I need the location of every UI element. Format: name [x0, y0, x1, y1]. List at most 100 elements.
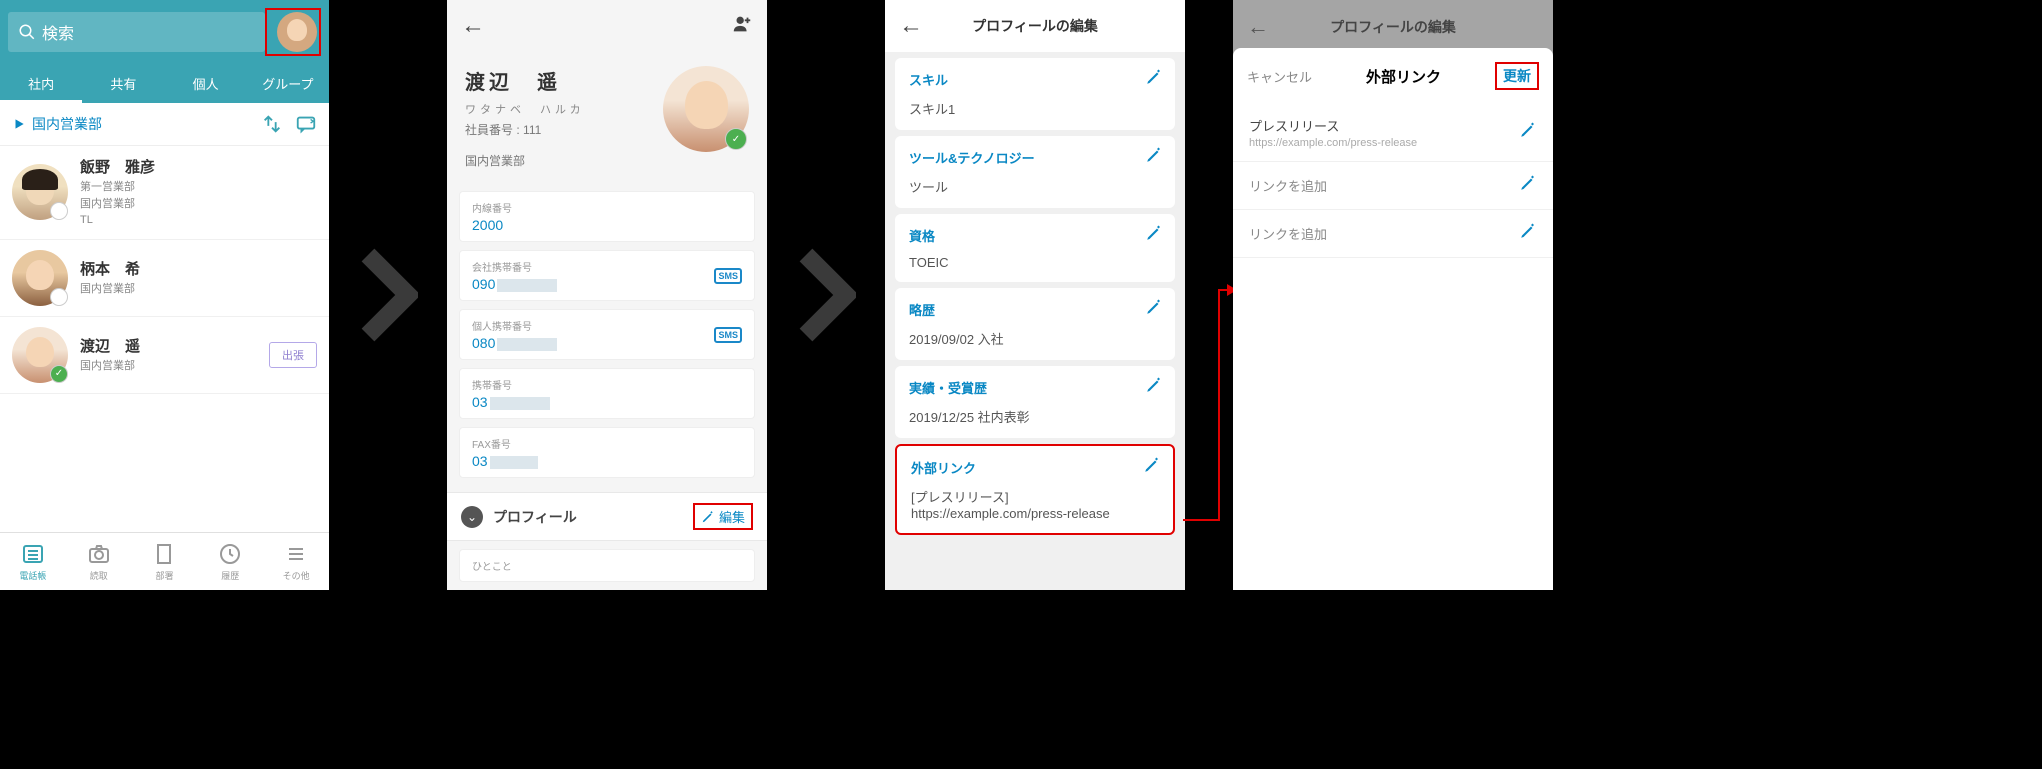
nav-dept[interactable]: 部署 — [132, 533, 198, 590]
back-button[interactable]: ← — [899, 12, 923, 40]
field-company-mobile[interactable]: 会社携帯番号 090 SMS — [459, 250, 755, 301]
cancel-button[interactable]: キャンセル — [1247, 67, 1312, 86]
presence-badge — [50, 288, 68, 306]
pencil-icon[interactable] — [1519, 121, 1537, 144]
header: ← プロフィールの編集 — [885, 0, 1185, 52]
link-row[interactable]: プレスリリース https://example.com/press-releas… — [1233, 104, 1553, 162]
card-tools[interactable]: ツール&テクノロジー ツール — [895, 136, 1175, 208]
comment-icon[interactable] — [295, 113, 317, 135]
department-name: 国内営業部 — [32, 114, 102, 134]
nav-scan[interactable]: 読取 — [66, 533, 132, 590]
pencil-icon[interactable] — [1145, 146, 1163, 169]
flow-connector — [1185, 0, 1233, 590]
my-avatar[interactable] — [277, 12, 317, 52]
field-label: 携帯番号 — [472, 377, 742, 392]
contact-meta: 国内営業部 — [80, 358, 257, 375]
card-external-links[interactable]: 外部リンク [プレスリリース] https://example.com/pres… — [895, 444, 1175, 535]
collapse-icon[interactable]: ⌄ — [461, 506, 483, 528]
pencil-icon[interactable] — [1519, 222, 1537, 245]
screen-external-link-edit: ← プロフィールの編集 キャンセル 外部リンク 更新 プレスリリース https… — [1233, 0, 1553, 590]
card-awards[interactable]: 実績・受賞歴 2019/12/25 社内表彰 — [895, 366, 1175, 438]
search-input[interactable]: 検索 — [8, 12, 265, 52]
card-skill[interactable]: スキル スキル1 — [895, 58, 1175, 130]
presence-badge — [50, 202, 68, 220]
card-label: スキル — [909, 70, 1161, 89]
tab-personal[interactable]: 個人 — [165, 64, 247, 103]
pencil-icon[interactable] — [1519, 174, 1537, 197]
presence-badge-online — [50, 365, 68, 383]
field-label: FAX番号 — [472, 436, 742, 451]
link-title: プレスリリース — [1249, 116, 1519, 135]
pencil-icon[interactable] — [1143, 456, 1161, 479]
contact-item[interactable]: 柄本 希 国内営業部 — [0, 240, 329, 317]
card-value: 2019/09/02 入社 — [909, 329, 1161, 348]
update-button[interactable]: 更新 — [1503, 66, 1531, 86]
screen-profile-detail: ← 渡辺 遥 ワタナベ ハルカ 社員番号 : 111 国内営業部 内線番号 20… — [447, 0, 767, 590]
department-label: 国内営業部 — [12, 114, 102, 134]
avatar — [12, 327, 68, 383]
search-placeholder: 検索 — [42, 20, 74, 44]
avatar — [12, 164, 68, 220]
search-icon — [18, 23, 36, 41]
contact-name: 渡辺 遥 — [80, 335, 257, 356]
sort-icon[interactable] — [261, 113, 283, 135]
tab-shared[interactable]: 共有 — [82, 64, 164, 103]
profile-name: 渡辺 遥 — [465, 66, 651, 95]
card-value: TOEIC — [909, 255, 1161, 270]
field-extension[interactable]: 内線番号 2000 — [459, 191, 755, 242]
contact-item[interactable]: 渡辺 遥 国内営業部 出張 — [0, 317, 329, 394]
link-add-label: リンクを追加 — [1249, 224, 1519, 243]
field-label: ひとこと — [472, 558, 742, 573]
back-button[interactable]: ← — [1247, 14, 1271, 40]
tab-group[interactable]: グループ — [247, 64, 329, 103]
flow-arrow — [329, 0, 447, 590]
field-value: 080 — [472, 335, 742, 351]
back-button[interactable]: ← — [461, 12, 485, 40]
bottom-sheet: キャンセル 外部リンク 更新 プレスリリース https://example.c… — [1233, 48, 1553, 590]
dim-header: ← プロフィールの編集 — [1233, 0, 1553, 54]
clock-icon — [217, 541, 243, 567]
profile-kana: ワタナベ ハルカ — [465, 101, 651, 117]
chevron-right-icon — [796, 245, 856, 345]
card-label: 略歴 — [909, 300, 1161, 319]
nav-more[interactable]: その他 — [263, 533, 329, 590]
profile-text: 渡辺 遥 ワタナベ ハルカ 社員番号 : 111 国内営業部 — [465, 66, 651, 169]
nav-directory[interactable]: 電話帳 — [0, 533, 66, 590]
nav-history[interactable]: 履歴 — [197, 533, 263, 590]
person-add-icon — [731, 13, 753, 35]
presence-badge-online — [725, 128, 747, 150]
card-history[interactable]: 略歴 2019/09/02 入社 — [895, 288, 1175, 360]
field-mobile[interactable]: 携帯番号 03 — [459, 368, 755, 419]
tab-internal[interactable]: 社内 — [0, 64, 82, 103]
sheet-title: 外部リンク — [1312, 66, 1495, 87]
link-add-row[interactable]: リンクを追加 — [1233, 162, 1553, 210]
profile-avatar[interactable] — [663, 66, 749, 152]
card-cert[interactable]: 資格 TOEIC — [895, 214, 1175, 282]
contact-item[interactable]: 飯野 雅彦 第一営業部 国内営業部 TL — [0, 146, 329, 240]
pencil-icon[interactable] — [1145, 68, 1163, 91]
section-profile[interactable]: ⌄ プロフィール 編集 — [447, 492, 767, 541]
list-icon — [20, 541, 46, 567]
field-personal-mobile[interactable]: 個人携帯番号 080 SMS — [459, 309, 755, 360]
sms-badge[interactable]: SMS — [714, 327, 742, 343]
field-fax[interactable]: FAX番号 03 — [459, 427, 755, 478]
tabs: 社内 共有 個人 グループ — [0, 64, 329, 103]
red-arrow-icon — [1179, 0, 1239, 590]
pencil-icon — [701, 510, 715, 524]
field-value: 090 — [472, 276, 742, 292]
avatar — [12, 250, 68, 306]
link-add-row[interactable]: リンクを追加 — [1233, 210, 1553, 258]
add-contact-button[interactable] — [731, 13, 753, 40]
edit-button[interactable]: 編集 — [701, 507, 745, 526]
contact-info: 渡辺 遥 国内営業部 — [80, 335, 257, 375]
pencil-icon[interactable] — [1145, 298, 1163, 321]
card-value: [プレスリリース] https://example.com/press-rele… — [911, 487, 1159, 521]
header: ← — [447, 0, 767, 52]
field-label: 個人携帯番号 — [472, 318, 742, 333]
contact-info: 柄本 希 国内営業部 — [80, 258, 317, 298]
pencil-icon[interactable] — [1145, 224, 1163, 247]
sms-badge[interactable]: SMS — [714, 268, 742, 284]
pencil-icon[interactable] — [1145, 376, 1163, 399]
department-row[interactable]: 国内営業部 — [0, 103, 329, 146]
card-label: ツール&テクノロジー — [909, 148, 1161, 167]
